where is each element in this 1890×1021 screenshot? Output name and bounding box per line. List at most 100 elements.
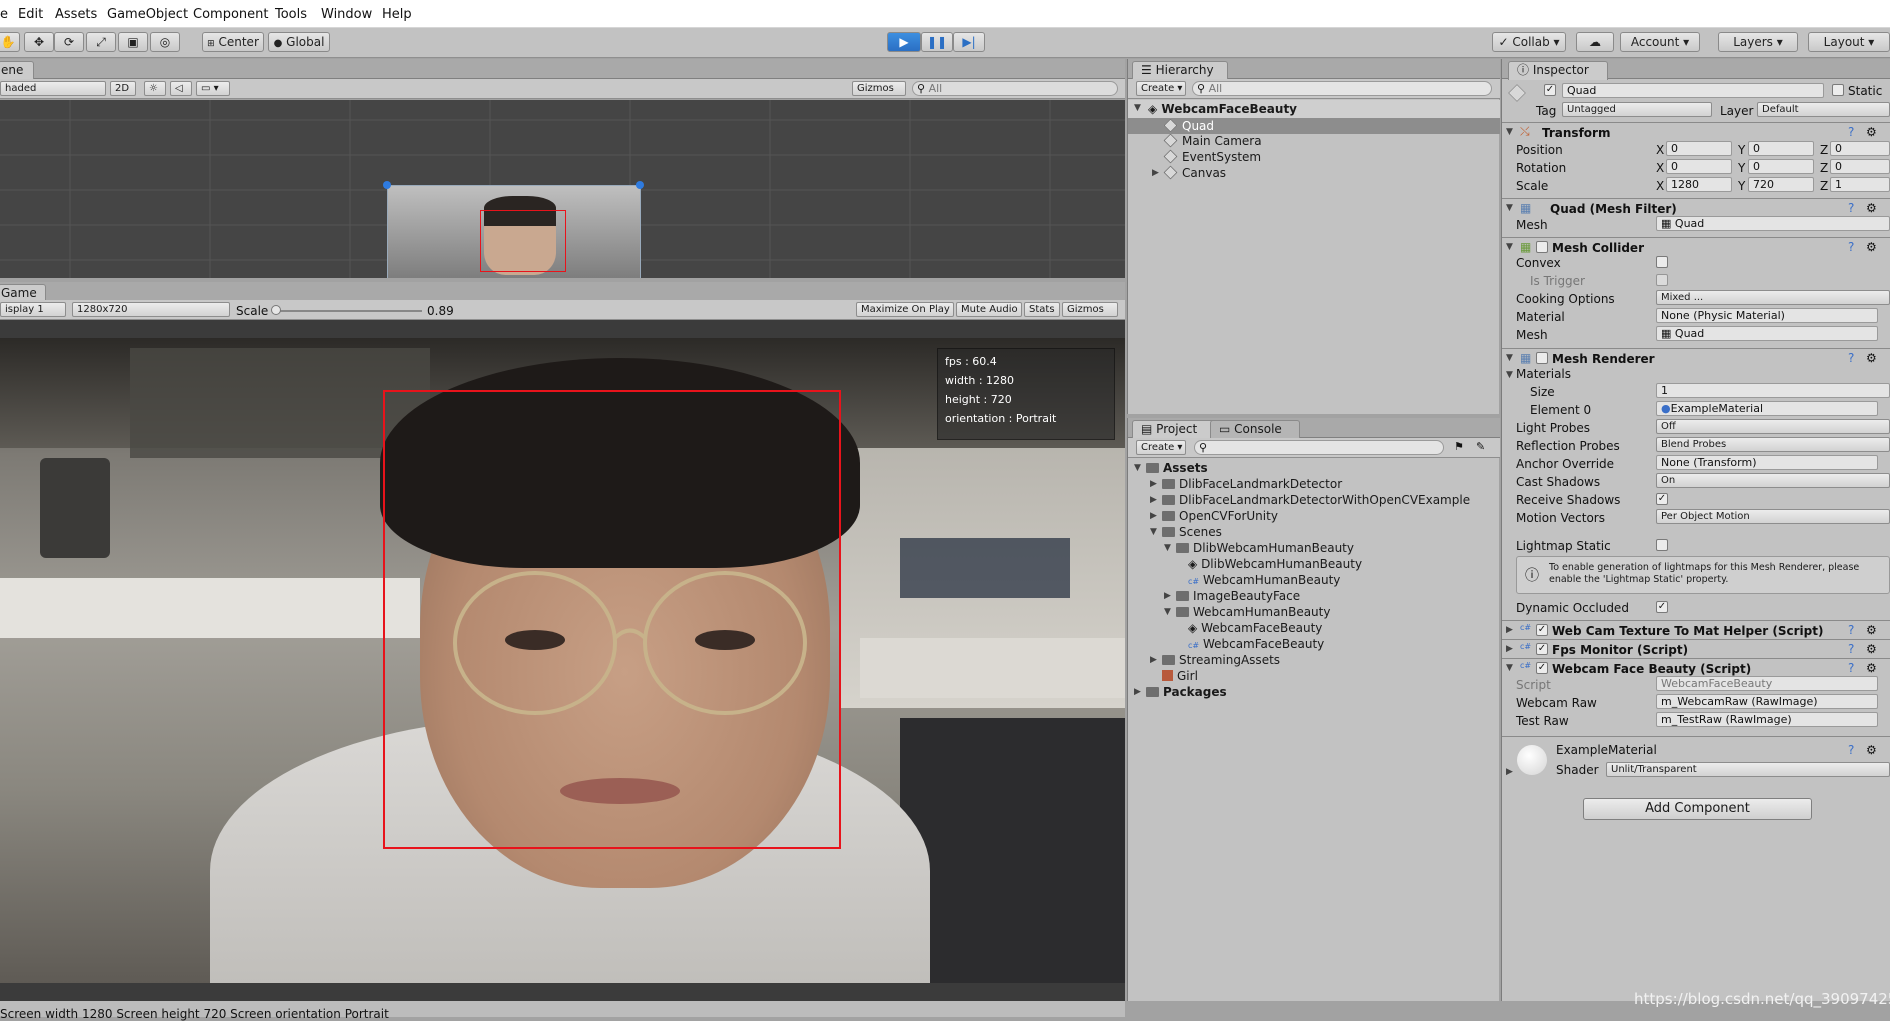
motion-vectors-dropdown[interactable]: Per Object Motion [1656, 509, 1890, 524]
help-icon[interactable]: ? [1848, 743, 1854, 757]
collapse-arrow-icon[interactable]: ▶ [1506, 625, 1513, 635]
game-gizmos-dropdown[interactable]: Gizmos [1062, 302, 1118, 317]
expand-arrow-icon[interactable]: ▼ [1506, 203, 1513, 213]
hierarchy-item-main-camera[interactable]: Main Camera [1163, 133, 1262, 148]
mesh-field[interactable]: ▦ Quad [1656, 216, 1890, 231]
settings-icon[interactable]: ⚙ [1866, 240, 1877, 254]
game-viewport[interactable]: fps : 60.4 width : 1280 height : 720 ori… [0, 338, 1125, 983]
lighting-toggle[interactable]: ☼ [144, 81, 166, 96]
project-search-input[interactable]: ⚲ [1194, 440, 1444, 455]
maximize-on-play-toggle[interactable]: Maximize On Play [856, 302, 954, 317]
help-icon[interactable]: ? [1848, 642, 1854, 656]
rotation-x-field[interactable]: 0 [1666, 159, 1732, 174]
collapse-arrow-icon[interactable]: ▶ [1506, 644, 1513, 654]
collapse-arrow-icon[interactable]: ▶ [1506, 767, 1513, 777]
tree-item-dlib-opencv[interactable]: DlibFaceLandmarkDetectorWithOpenCVExampl… [1162, 493, 1470, 507]
rotate-tool-button[interactable]: ⟳ [54, 32, 84, 52]
fps-monitor-enabled-checkbox[interactable]: ✓ [1536, 643, 1548, 655]
hierarchy-item-quad[interactable]: Quad [1128, 118, 1500, 134]
shading-dropdown[interactable]: haded [0, 81, 106, 96]
webcam-texture-helper-header[interactable]: ▶ c# ✓ Web Cam Texture To Mat Helper (Sc… [1502, 620, 1890, 639]
help-icon[interactable]: ? [1848, 623, 1854, 637]
mesh-renderer-header[interactable]: ▼ ▦ Mesh Renderer ? ⚙ [1502, 348, 1890, 367]
settings-icon[interactable]: ⚙ [1866, 351, 1877, 365]
convex-checkbox[interactable] [1656, 256, 1668, 268]
hierarchy-item-eventsystem[interactable]: EventSystem [1163, 149, 1261, 164]
collider-mesh-field[interactable]: ▦ Quad [1656, 326, 1878, 341]
hierarchy-search-input[interactable]: ⚲ All [1192, 81, 1492, 96]
tab-inspector[interactable]: ⓘ Inspector [1508, 61, 1608, 80]
filter-label-icon[interactable]: ✎ [1476, 440, 1485, 453]
settings-icon[interactable]: ⚙ [1866, 642, 1877, 656]
mesh-filter-header[interactable]: ▼ ▦ Quad (Mesh Filter) ? ⚙ [1502, 198, 1890, 217]
position-y-field[interactable]: 0 [1748, 141, 1814, 156]
effects-dropdown[interactable]: ▭ ▾ [196, 81, 230, 96]
hand-tool-button[interactable]: ✋ [0, 32, 20, 52]
anchor-override-field[interactable]: None (Transform) [1656, 455, 1878, 470]
tree-item-dlib-webcam-folder[interactable]: DlibWebcamHumanBeauty [1176, 541, 1354, 555]
scale-slider-thumb[interactable] [271, 305, 281, 315]
rect-handle-tl[interactable] [383, 181, 391, 189]
filter-type-icon[interactable]: ⚑ [1454, 440, 1464, 453]
collab-button[interactable]: ✓ Collab ▾ [1492, 32, 1566, 52]
cast-shadows-dropdown[interactable]: On [1656, 473, 1890, 488]
cooking-options-dropdown[interactable]: Mixed ... [1656, 290, 1890, 305]
expand-arrow-icon[interactable]: ▼ [1506, 242, 1513, 252]
settings-icon[interactable]: ⚙ [1866, 743, 1877, 757]
rect-handle-tr[interactable] [636, 181, 644, 189]
help-icon[interactable]: ? [1848, 201, 1854, 215]
hierarchy-scene-row[interactable]: ▼ ◈ WebcamFaceBeauty [1128, 100, 1500, 118]
element-0-field[interactable]: ●ExampleMaterial [1656, 401, 1878, 416]
scale-tool-button[interactable]: ⤢ [86, 32, 116, 52]
scene-gizmos-dropdown[interactable]: Gizmos [852, 81, 906, 96]
mesh-collider-enabled-checkbox[interactable] [1536, 241, 1548, 253]
menu-gameobject[interactable]: GameObject [107, 7, 188, 22]
step-button[interactable]: ▶| [953, 32, 985, 52]
collapse-arrow-icon[interactable]: ▶ [1150, 495, 1157, 505]
tree-item-webcam-human-folder[interactable]: WebcamHumanBeauty [1176, 605, 1330, 619]
tree-item-webcam-face-scene[interactable]: ◈ WebcamFaceBeauty [1188, 621, 1322, 635]
menu-file[interactable]: e [0, 7, 8, 22]
collapse-arrow-icon[interactable]: ▶ [1150, 655, 1157, 665]
static-checkbox[interactable] [1832, 84, 1844, 96]
collapse-arrow-icon[interactable]: ▶ [1152, 168, 1159, 178]
global-button[interactable]: ● Global [268, 32, 330, 52]
tree-item-dlib-webcam-scene[interactable]: ◈ DlibWebcamHumanBeauty [1188, 557, 1362, 571]
expand-arrow-icon[interactable]: ▼ [1134, 103, 1141, 113]
rotation-z-field[interactable]: 0 [1830, 159, 1890, 174]
move-tool-button[interactable]: ✥ [24, 32, 54, 52]
materials-expand-icon[interactable]: ▼ [1506, 370, 1513, 380]
webcam-face-beauty-header[interactable]: ▼ c# ✓ Webcam Face Beauty (Script) ? ⚙ [1502, 658, 1890, 677]
face-beauty-enabled-checkbox[interactable]: ✓ [1536, 662, 1548, 674]
collapse-arrow-icon[interactable]: ▶ [1134, 687, 1141, 697]
tab-console[interactable]: ▭ Console [1210, 420, 1300, 439]
2d-toggle[interactable]: 2D [110, 81, 136, 96]
tag-dropdown[interactable]: Untagged [1562, 102, 1712, 117]
fps-monitor-header[interactable]: ▶ c# ✓ Fps Monitor (Script) ? ⚙ [1502, 639, 1890, 658]
help-icon[interactable]: ? [1848, 125, 1854, 139]
collapse-arrow-icon[interactable]: ▶ [1150, 511, 1157, 521]
expand-arrow-icon[interactable]: ▼ [1150, 527, 1157, 537]
collapse-arrow-icon[interactable]: ▶ [1150, 479, 1157, 489]
tree-item-assets[interactable]: Assets [1146, 461, 1208, 475]
settings-icon[interactable]: ⚙ [1866, 201, 1877, 215]
help-icon[interactable]: ? [1848, 351, 1854, 365]
add-component-button[interactable]: Add Component [1583, 798, 1812, 820]
scale-y-field[interactable]: 720 [1748, 177, 1814, 192]
settings-icon[interactable]: ⚙ [1866, 661, 1877, 675]
tree-item-imagebeautyface[interactable]: ImageBeautyFace [1176, 589, 1300, 603]
tree-item-streamingassets[interactable]: StreamingAssets [1162, 653, 1280, 667]
tree-item-girl[interactable]: Girl [1162, 669, 1198, 683]
collapse-arrow-icon[interactable]: ▶ [1164, 591, 1171, 601]
menu-assets[interactable]: Assets [55, 7, 97, 22]
expand-arrow-icon[interactable]: ▼ [1506, 127, 1513, 137]
light-probes-dropdown[interactable]: Off [1656, 419, 1890, 434]
tree-item-webcam-face-script[interactable]: c# WebcamFaceBeauty [1188, 637, 1324, 651]
tree-item-scenes[interactable]: Scenes [1162, 525, 1222, 539]
shader-dropdown[interactable]: Unlit/Transparent [1606, 762, 1890, 777]
stats-toggle[interactable]: Stats [1024, 302, 1060, 317]
audio-toggle[interactable]: ◁ [170, 81, 192, 96]
menu-window[interactable]: Window [321, 7, 372, 22]
account-dropdown[interactable]: Account ▾ [1620, 32, 1700, 52]
scene-quad-preview[interactable] [387, 185, 641, 278]
